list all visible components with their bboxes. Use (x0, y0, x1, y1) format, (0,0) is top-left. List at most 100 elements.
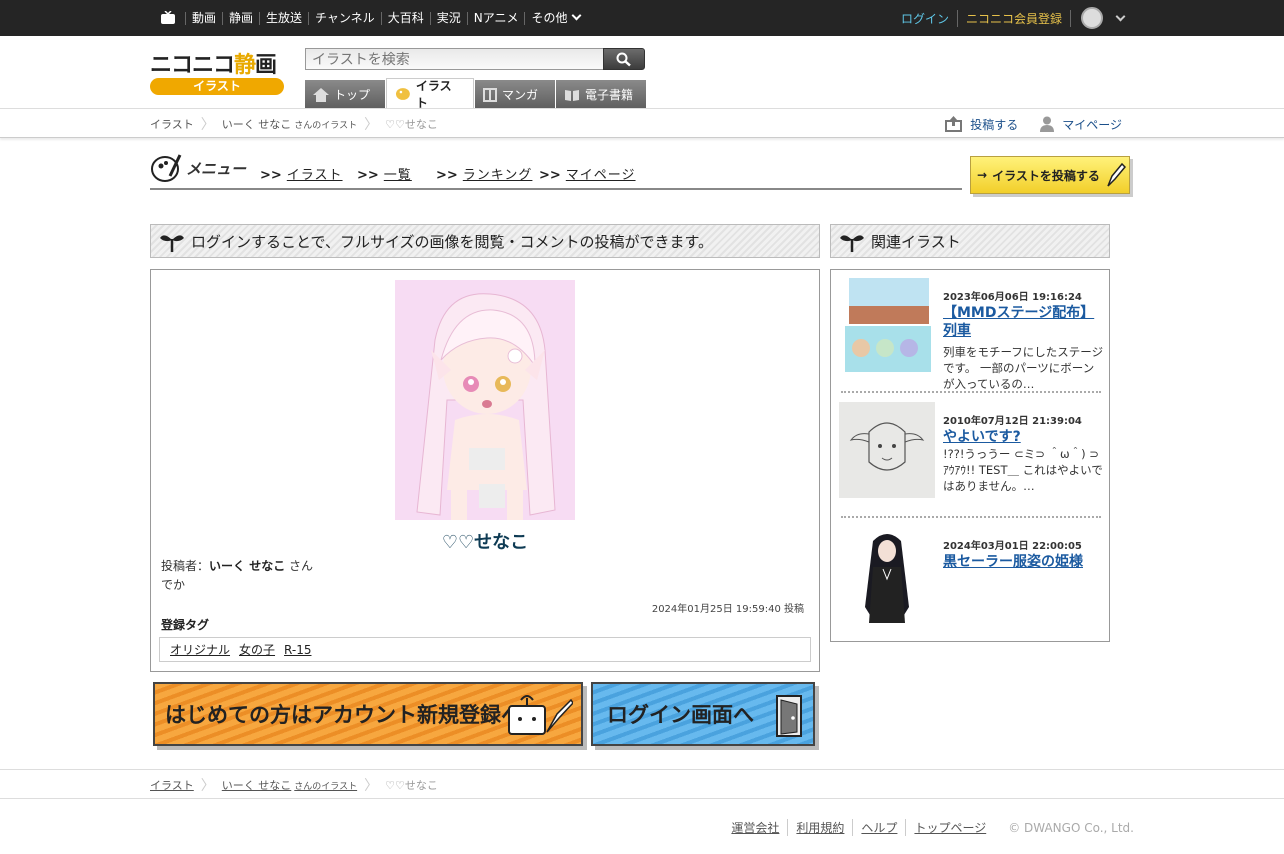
artwork-title: ♡♡せなこ (441, 532, 529, 553)
manga-icon (483, 87, 497, 102)
related-thumbnail-image (839, 278, 935, 374)
poster-name[interactable]: いーく せなこ (209, 559, 285, 573)
menu-row: メニュー >> イラスト >> 一覧 >> ランキング >> マイページ (150, 150, 962, 190)
mypage-link[interactable]: マイページ (1040, 116, 1122, 133)
post-illust-button[interactable]: → イラストを投稿する (970, 156, 1130, 194)
footer-links: 運営会社 利用規約 ヘルプ トップページ © DWANGO Co., Ltd. (723, 819, 1134, 836)
artwork-illustration (395, 280, 575, 520)
account-area: ログイン ニコニコ会員登録 (901, 0, 1126, 36)
menu-link-list[interactable]: >> 一覧 (357, 164, 412, 183)
menu-link-ranking[interactable]: >> ランキング (436, 164, 532, 183)
menu-link-mypage[interactable]: >> マイページ (539, 164, 636, 183)
menu-label: メニュー (150, 152, 246, 184)
related-item: 2023年06月06日 19:16:24 【MMDステージ配布】列車 列車をモチ… (839, 278, 1103, 391)
nav-seiga[interactable]: 静画 (222, 11, 259, 25)
register-banner-text: はじめての方はアカウント新規登録へ (165, 703, 522, 727)
palette-icon (395, 87, 410, 100)
tag-girl[interactable]: 女の子 (239, 641, 275, 658)
header-actions: 投稿する マイページ (923, 109, 1122, 139)
crumb-user[interactable]: いーく せなこ さんのイラスト (222, 116, 357, 132)
avatar[interactable] (1081, 7, 1103, 29)
book-icon (565, 89, 579, 101)
related-date: 2023年06月06日 19:16:24 (943, 292, 1082, 303)
nav-live[interactable]: 生放送 (259, 11, 308, 25)
artwork-image[interactable] (395, 280, 575, 520)
related-heading-text: 関連イラスト (871, 232, 961, 251)
poster-suffix: さん (289, 559, 314, 573)
related-date: 2010年07月12日 21:39:04 (943, 416, 1082, 427)
global-nav-bar: 動画 静画 生放送 チャンネル 大百科 実況 Nアニメ その他 ログイン ニコニ… (0, 0, 1284, 36)
footer-link-help[interactable]: ヘルプ (852, 819, 905, 836)
tags-label: 登録タグ (161, 618, 210, 632)
tv-mascot-icon (508, 695, 573, 735)
tab-illust[interactable]: イラスト (386, 78, 474, 110)
related-thumbnail[interactable] (839, 402, 935, 498)
login-link[interactable]: ログイン (901, 9, 958, 27)
nav-dic[interactable]: 大百科 (380, 11, 430, 25)
search-input[interactable] (305, 48, 604, 70)
copyright: © DWANGO Co., Ltd. (1008, 820, 1134, 835)
poster-label: 投稿者： (161, 559, 210, 573)
related-description: !??!うっうー ⊂ミ⊃ ＾ω＾) ⊃ ｱｳｱｳ!! TEST＿ これはやよいで… (943, 447, 1111, 493)
nav-douga[interactable]: 動画 (185, 11, 222, 25)
post-link[interactable]: 投稿する (945, 116, 1018, 133)
tag-list: オリジナル 女の子 R-15 (159, 637, 811, 662)
crumb-illust[interactable]: イラスト (150, 116, 194, 132)
related-thumbnail[interactable] (839, 278, 935, 374)
footer-link-top[interactable]: トップページ (905, 819, 994, 836)
global-nav: 動画 静画 生放送 チャンネル 大百科 実況 Nアニメ その他 (185, 0, 586, 36)
menu-link-illust[interactable]: >> イラスト (260, 164, 343, 183)
nav-more[interactable]: その他 (524, 10, 586, 25)
sprout-icon (160, 235, 184, 252)
niconico-tv-icon[interactable] (160, 11, 176, 25)
related-description: 列車をモチーフにしたステージです。 一部のパーツにボーンが入っているの… (943, 345, 1104, 391)
breadcrumb-bar: イラスト 〉 いーく せなこ さんのイラスト 〉 ♡♡せなこ 投稿する マイページ (0, 108, 1284, 138)
footer-breadcrumb: イラスト 〉 いーく せなこ さんのイラスト 〉 ♡♡せなこ (150, 770, 438, 800)
related-thumbnail[interactable] (839, 527, 935, 623)
footer-link-terms[interactable]: 利用規約 (787, 819, 852, 836)
related-title[interactable]: 【MMDステージ配布】列車 (943, 304, 1105, 340)
crumb-current: ♡♡せなこ (385, 779, 438, 792)
tag-original[interactable]: オリジナル (170, 641, 230, 658)
nav-more-label: その他 (531, 10, 568, 25)
register-link[interactable]: ニコニコ会員登録 (958, 9, 1071, 27)
related-panel: 2023年06月06日 19:16:24 【MMDステージ配布】列車 列車をモチ… (830, 269, 1110, 642)
section-tabs: トップ イラスト マンガ 電子書籍 (305, 78, 647, 110)
palette-icon (151, 154, 182, 182)
crumb-illust[interactable]: イラスト (150, 777, 194, 793)
upload-icon (945, 116, 963, 132)
login-notice-text: ログインすることで、フルサイズの画像を閲覧・コメントの投稿ができます。 (191, 232, 714, 251)
tab-ebook[interactable]: 電子書籍 (556, 80, 646, 109)
crumb-user[interactable]: いーく せなこ さんのイラスト (222, 777, 357, 793)
chevron-down-icon (572, 10, 582, 20)
related-thumbnail-image (839, 527, 935, 623)
tab-top[interactable]: トップ (305, 80, 385, 109)
crumb-separator: 〉 (200, 778, 215, 794)
crumb-separator: 〉 (200, 117, 215, 133)
login-banner[interactable]: ログイン画面へ (591, 682, 815, 746)
divider (841, 516, 1101, 518)
search-button[interactable] (603, 48, 645, 70)
seiga-logo[interactable]: ニコニコ静画 イラスト (150, 47, 286, 97)
related-title[interactable]: やよいです? (943, 428, 1105, 446)
breadcrumb: イラスト 〉 いーく せなこ さんのイラスト 〉 ♡♡せなこ (150, 109, 438, 139)
related-thumbnail-image (839, 402, 935, 498)
related-date: 2024年03月01日 22:00:05 (943, 541, 1082, 552)
tab-manga[interactable]: マンガ (475, 80, 555, 109)
footer-link-company[interactable]: 運営会社 (723, 819, 787, 836)
arrow-right-icon: → (977, 168, 988, 182)
nav-channel[interactable]: チャンネル (308, 11, 381, 25)
nav-jikkyo[interactable]: 実況 (429, 11, 467, 25)
register-banner[interactable]: はじめての方はアカウント新規登録へ (153, 682, 583, 746)
tag-r15[interactable]: R-15 (284, 643, 311, 657)
crumb-separator: 〉 (364, 778, 379, 794)
nav-nanime[interactable]: Nアニメ (466, 11, 525, 25)
chevron-down-icon[interactable] (1115, 11, 1126, 21)
related-item: 2024年03月01日 22:00:05 黒セーラー服姿の姫様 (839, 527, 1101, 639)
user-icon (1040, 116, 1055, 132)
related-item: 2010年07月12日 21:39:04 やよいです? !??!うっうー ⊂ミ⊃… (839, 402, 1110, 514)
logo-badge: イラスト (150, 78, 284, 95)
crumb-current: ♡♡せなこ (385, 118, 438, 131)
tab-top-label: トップ (334, 88, 371, 102)
related-title[interactable]: 黒セーラー服姿の姫様 (943, 553, 1105, 571)
